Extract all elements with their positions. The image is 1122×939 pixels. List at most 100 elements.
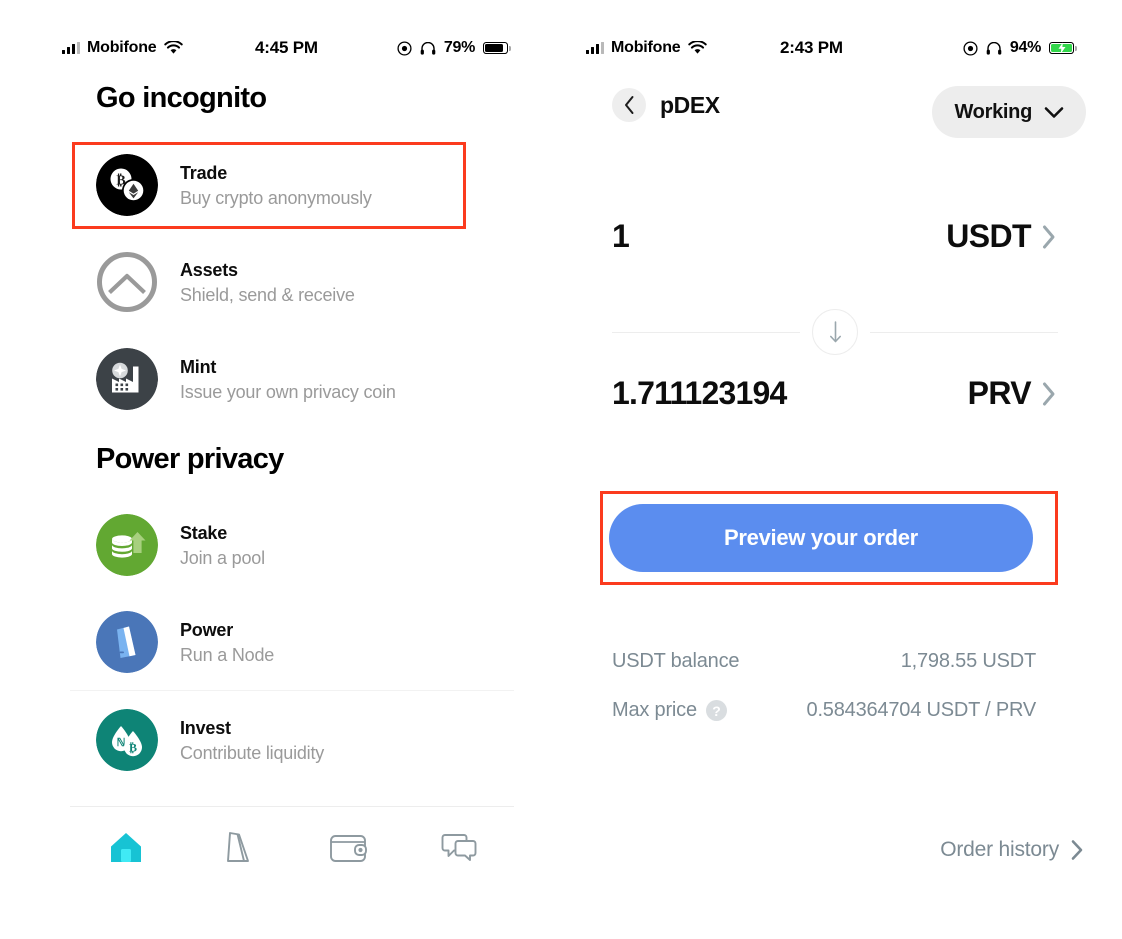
preview-button-label: Preview your order	[724, 525, 918, 550]
node-icon	[226, 832, 249, 862]
order-history-link[interactable]: Order history	[940, 838, 1084, 862]
chat-bubbles-icon	[441, 834, 476, 861]
dual-phone-screenshot: Mobifone 4:45 PM 79% Go incognito ₿ Trad…	[0, 0, 1122, 939]
arrow-down-icon	[829, 321, 841, 343]
stake-coins-arrow-icon	[96, 514, 158, 576]
preview-your-order-button[interactable]: Preview your order	[609, 504, 1033, 572]
detail-label-group: Max price ?	[612, 699, 727, 722]
menu-item-subtitle: Buy crypto anonymously	[180, 187, 372, 208]
chevron-right-icon	[1071, 840, 1083, 860]
page-title: pDEX	[660, 91, 720, 118]
location-icon	[397, 40, 412, 56]
home-tab[interactable]	[70, 812, 181, 882]
menu-item-invest-text: Invest Contribute liquidity	[180, 717, 324, 764]
help-icon[interactable]: ?	[705, 700, 727, 721]
divider-line-left	[612, 331, 800, 333]
swap-from-row[interactable]: 1 USDT	[612, 218, 1058, 255]
invest-droplets-icon: ℕ ₿	[96, 709, 158, 771]
menu-item-subtitle: Contribute liquidity	[180, 742, 325, 763]
order-history-label: Order history	[940, 838, 1059, 861]
menu-item-title: Mint	[180, 356, 217, 377]
menu-item-power[interactable]: Power Run a Node	[96, 603, 496, 681]
trade-coins-icon: ₿	[96, 154, 158, 216]
svg-text:₿: ₿	[129, 741, 137, 755]
menu-item-invest[interactable]: ℕ ₿ Invest Contribute liquidity	[96, 701, 496, 779]
chevron-down-icon	[1044, 106, 1064, 118]
swap-direction-divider	[612, 309, 1058, 355]
detail-value: 1,798.55 USDT	[900, 650, 1036, 672]
menu-item-title: Assets	[180, 259, 238, 280]
carrier-label: Mobifone	[611, 39, 681, 56]
status-bar-right-group: 94%	[963, 39, 1077, 57]
power-node-icon	[96, 611, 158, 673]
wallet-icon	[329, 834, 367, 862]
bottom-tab-bar	[70, 812, 514, 882]
menu-item-assets-text: Assets Shield, send & receive	[180, 259, 355, 306]
menu-item-trade-text: Trade Buy crypto anonymously	[180, 162, 372, 209]
menu-item-assets[interactable]: Assets Shield, send & receive	[96, 243, 496, 321]
chevron-right-icon	[1043, 225, 1055, 248]
lightning-bolt-icon	[1058, 42, 1065, 54]
headphones-icon	[420, 41, 436, 55]
headphones-icon	[986, 41, 1002, 55]
menu-item-power-text: Power Run a Node	[180, 619, 274, 666]
clock-label: 4:45 PM	[255, 38, 318, 57]
swap-to-row[interactable]: 1.711123194 PRV	[612, 375, 1058, 412]
detail-label: Max price	[612, 699, 697, 721]
back-button[interactable]	[612, 88, 646, 122]
carrier-label: Mobifone	[87, 39, 157, 56]
menu-item-stake[interactable]: Stake Join a pool	[96, 506, 496, 584]
menu-item-trade[interactable]: ₿ Trade Buy crypto anonymously	[96, 146, 496, 224]
left-status-bar: Mobifone 4:45 PM 79%	[0, 34, 548, 62]
battery-percent-label: 79%	[443, 39, 475, 56]
status-dropdown[interactable]: Working	[932, 86, 1086, 138]
menu-item-title: Power	[180, 619, 234, 640]
swap-from-token-selector[interactable]: USDT	[946, 218, 1058, 255]
menu-item-mint[interactable]: Mint Issue your own privacy coin	[96, 340, 496, 418]
swap-to-amount[interactable]: 1.711123194	[612, 375, 787, 412]
battery-percent-label: 94%	[1009, 39, 1041, 56]
section-title-go-incognito: Go incognito	[96, 82, 267, 114]
swap-direction-button[interactable]	[812, 309, 858, 355]
chat-tab[interactable]	[403, 812, 514, 882]
menu-item-subtitle: Shield, send & receive	[180, 284, 355, 305]
location-icon	[963, 40, 978, 56]
list-divider	[70, 690, 514, 691]
battery-icon	[483, 42, 511, 54]
mint-factory-icon	[96, 348, 158, 410]
node-tab[interactable]	[181, 812, 292, 882]
section-title-power-privacy: Power privacy	[96, 443, 284, 475]
status-bar-left-group: Mobifone	[62, 39, 183, 57]
menu-item-stake-text: Stake Join a pool	[180, 522, 265, 569]
detail-row-max-price: Max price ? 0.584364704 USDT / PRV	[612, 699, 1036, 722]
menu-item-mint-text: Mint Issue your own privacy coin	[180, 356, 396, 403]
status-label: Working	[954, 100, 1032, 123]
signal-bars-icon	[586, 42, 604, 54]
right-phone-screen: Mobifone 2:43 PM 94% pDEX Working 1 USDT…	[548, 0, 1122, 939]
detail-row-balance: USDT balance 1,798.55 USDT	[612, 650, 1036, 673]
wifi-icon	[687, 41, 707, 54]
wallet-tab[interactable]	[292, 812, 403, 882]
swap-from-amount[interactable]: 1	[612, 218, 630, 255]
swap-from-token-label: USDT	[946, 218, 1031, 254]
swap-to-token-selector[interactable]: PRV	[968, 375, 1058, 412]
chevron-left-icon	[624, 96, 633, 114]
right-status-bar: Mobifone 2:43 PM 94%	[548, 34, 1122, 62]
detail-value: 0.584364704 USDT / PRV	[806, 699, 1037, 721]
status-bar-right-group: 79%	[397, 39, 511, 57]
home-icon	[110, 833, 141, 862]
chevron-right-icon	[1043, 382, 1055, 405]
swap-to-token-label: PRV	[967, 375, 1032, 411]
menu-item-title: Invest	[180, 717, 231, 738]
divider-line-right	[870, 331, 1058, 333]
pdex-header: pDEX	[612, 88, 720, 122]
detail-label: USDT balance	[612, 650, 740, 672]
battery-charging-icon	[1049, 42, 1077, 54]
menu-item-subtitle: Issue your own privacy coin	[180, 381, 396, 402]
menu-item-title: Trade	[180, 162, 228, 183]
signal-bars-icon	[62, 42, 80, 54]
tab-bar-divider	[70, 806, 514, 807]
status-bar-left-group: Mobifone	[586, 39, 707, 57]
menu-item-subtitle: Run a Node	[180, 644, 275, 665]
menu-item-title: Stake	[180, 522, 228, 543]
